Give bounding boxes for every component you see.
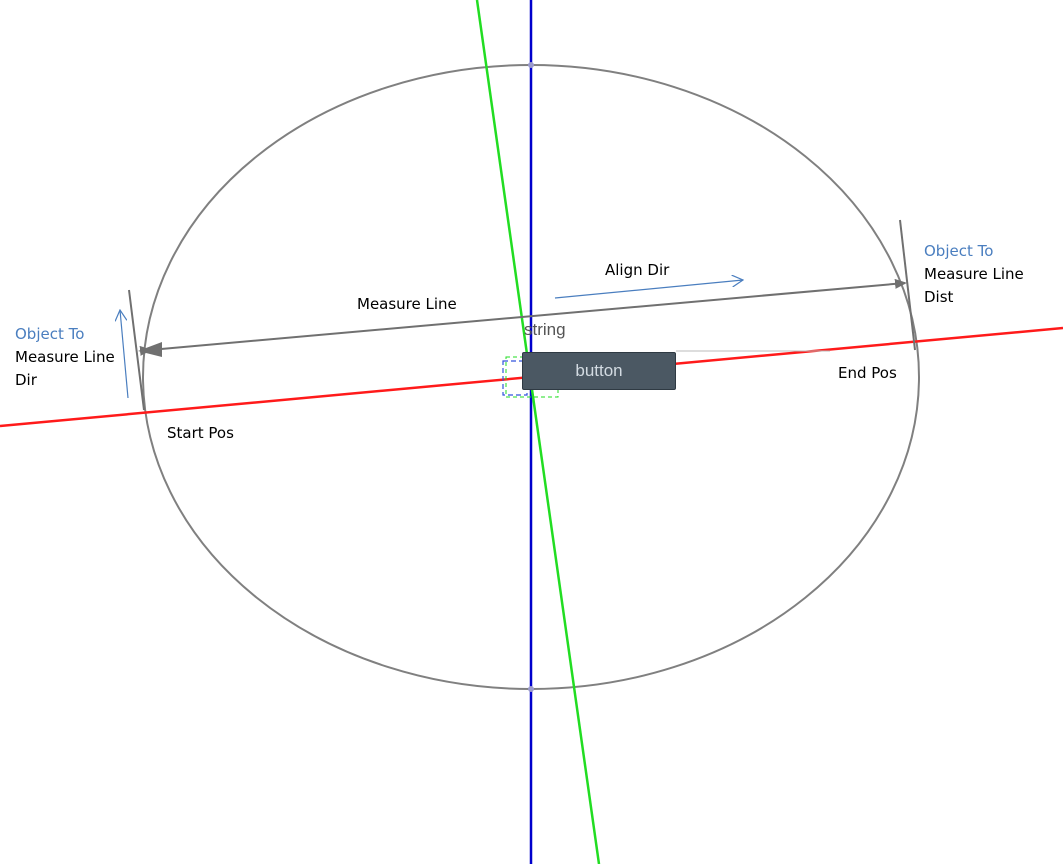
right-dist-label: Dist xyxy=(924,288,954,306)
align-dir-arrow xyxy=(554,280,743,299)
left-dir-arrow xyxy=(120,310,129,399)
bottom-marker xyxy=(528,686,534,692)
left-dir-label: Dir xyxy=(15,371,37,389)
right-object-to-label: Object To xyxy=(924,242,994,260)
end-pos-label: End Pos xyxy=(838,364,897,382)
left-measure-line-label: Measure Line xyxy=(15,348,115,366)
top-marker xyxy=(528,62,534,68)
measure-line-label: Measure Line xyxy=(357,295,457,313)
string-label: string xyxy=(524,320,566,339)
right-measure-line-label: Measure Line xyxy=(924,265,1024,283)
green-axis-line xyxy=(475,0,601,864)
start-pos-label: Start Pos xyxy=(167,424,234,442)
measure-line-start-arrowhead xyxy=(138,342,162,357)
button[interactable]: button xyxy=(522,352,676,390)
align-dir-label: Align Dir xyxy=(605,261,670,279)
left-object-to-label: Object To xyxy=(15,325,85,343)
diagram-canvas xyxy=(0,0,1063,864)
